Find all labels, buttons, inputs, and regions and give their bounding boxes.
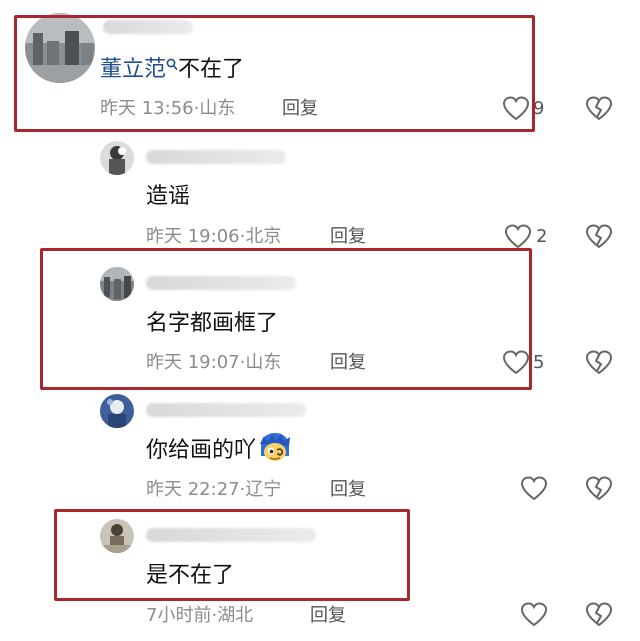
broken-heart-icon[interactable] [585,95,613,123]
comment-meta: 昨天 22:27·辽宁 [146,479,282,500]
broken-heart-icon[interactable] [585,223,613,251]
reply-button[interactable]: 回复 [330,479,366,501]
location: 湖北 [217,605,254,626]
broken-heart-icon[interactable] [585,349,613,377]
comment-text: 造谣 [146,184,191,209]
comment-meta: 昨天 19:06·北京 [146,226,282,247]
comment-text: 你给画的吖 [146,433,292,465]
avatar[interactable] [100,141,134,175]
timestamp: 昨天 19:06 [146,226,240,247]
highlight-frame [14,15,535,132]
highlight-frame [54,509,410,601]
blue-hair-character-emoji [260,433,291,461]
heart-outline-icon[interactable] [520,475,548,503]
like-count: 2 [536,226,548,247]
reply-button[interactable]: 回复 [330,226,366,248]
avatar[interactable] [100,394,134,428]
like-count: 5 [533,352,545,373]
timestamp: 昨天 22:27 [146,479,240,500]
heart-outline-icon[interactable] [520,601,548,629]
blurred-username [146,150,286,164]
location: 辽宁 [245,479,282,500]
blurred-username [146,403,306,417]
comment-meta: 7小时前·湖北 [146,605,254,626]
timestamp: 7小时前 [146,605,212,626]
heart-outline-icon[interactable] [504,223,532,251]
broken-heart-icon[interactable] [585,601,613,629]
broken-heart-icon[interactable] [585,475,613,503]
location: 北京 [245,226,282,247]
reply-button[interactable]: 回复 [310,605,346,627]
highlight-frame [40,248,532,390]
